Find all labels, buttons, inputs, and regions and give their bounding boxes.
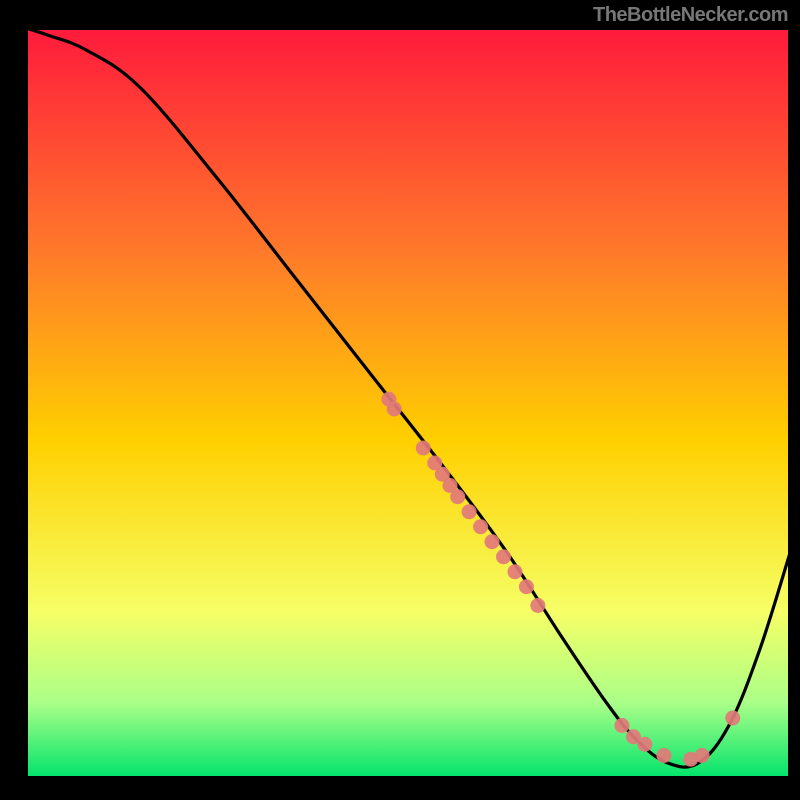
data-point-marker [656, 748, 671, 763]
data-point-marker [485, 534, 500, 549]
data-point-marker [496, 549, 511, 564]
watermark-text: TheBottleNecker.com [593, 4, 788, 27]
data-point-marker [387, 402, 402, 417]
data-point-marker [695, 748, 710, 763]
data-point-marker [614, 718, 629, 733]
bottleneck-chart: TheBottleNecker.com [0, 0, 800, 800]
chart-canvas [0, 0, 800, 800]
data-point-marker [473, 519, 488, 534]
data-point-marker [530, 598, 545, 613]
data-point-marker [519, 579, 534, 594]
plot-background [26, 28, 790, 778]
data-point-marker [507, 564, 522, 579]
data-point-marker [462, 504, 477, 519]
data-point-marker [450, 489, 465, 504]
data-point-marker [637, 737, 652, 752]
data-point-marker [416, 441, 431, 456]
data-point-marker [725, 711, 740, 726]
